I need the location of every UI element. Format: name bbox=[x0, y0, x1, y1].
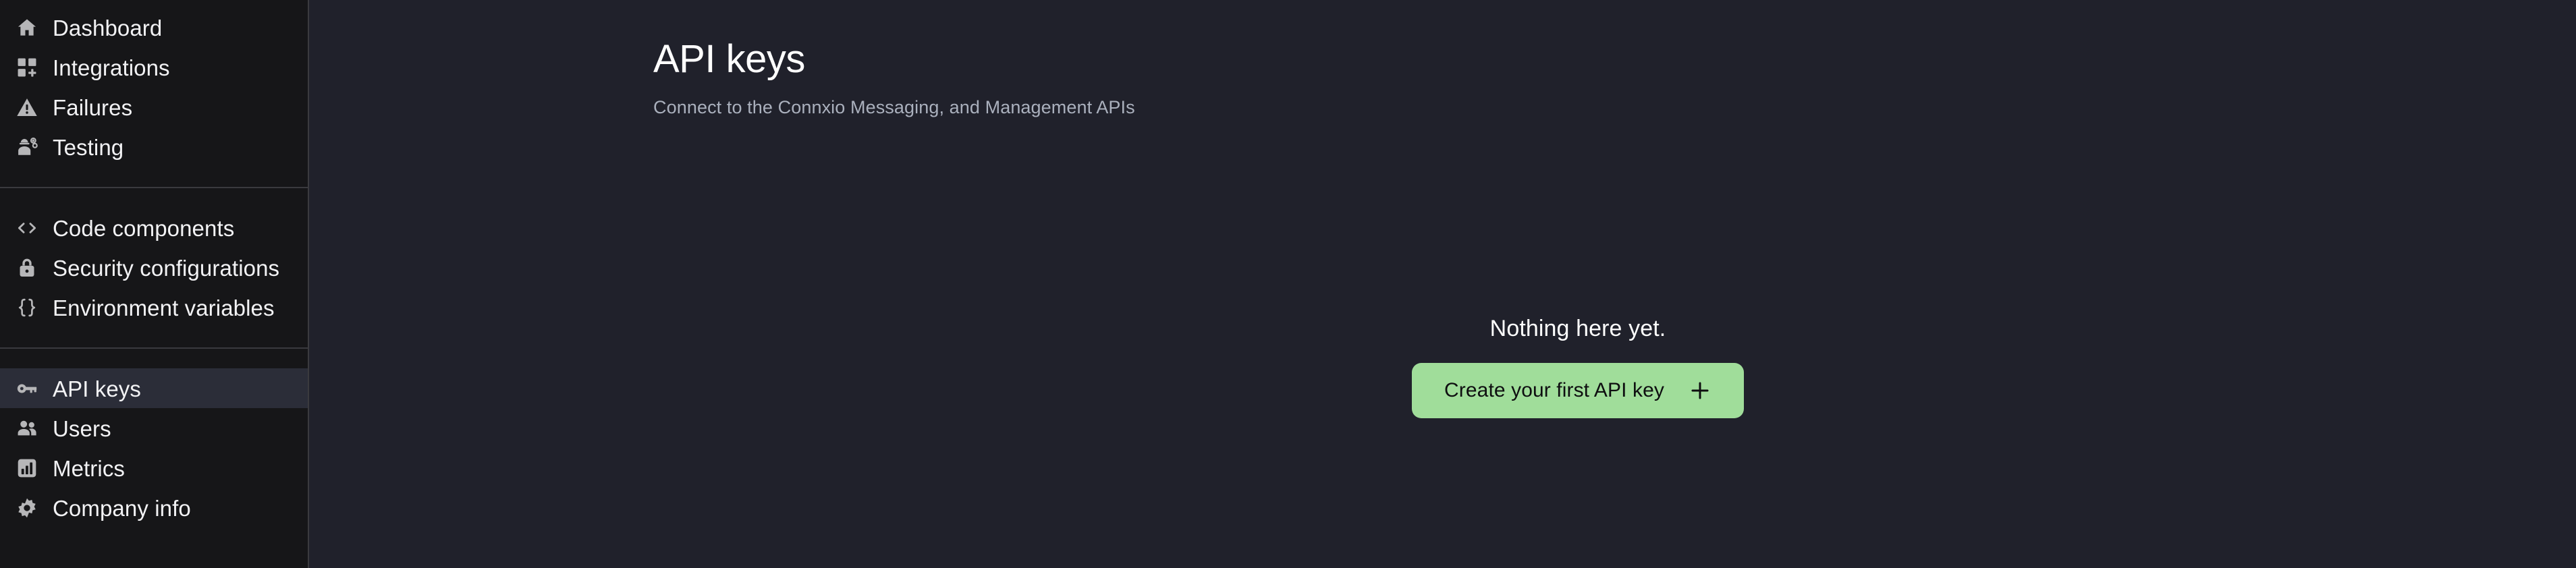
sidebar-item-label: Testing bbox=[53, 135, 124, 160]
sidebar-item-label: Integrations bbox=[53, 55, 170, 80]
main-content: API keys Connect to the Connxio Messagin… bbox=[309, 0, 2576, 568]
sidebar-item-label: API keys bbox=[53, 376, 142, 401]
grid-plus-icon bbox=[13, 54, 40, 81]
page-header: API keys Connect to the Connxio Messagin… bbox=[309, 0, 2576, 118]
warning-triangle-icon bbox=[13, 94, 40, 121]
sidebar-item-company-info[interactable]: Company info bbox=[0, 488, 308, 528]
app-root: Dashboard Integrations Failures Testing … bbox=[0, 0, 2576, 568]
empty-state-message: Nothing here yet. bbox=[1489, 316, 1666, 341]
sidebar-group-developer: Code components Security configurations bbox=[0, 208, 308, 327]
curly-braces-icon bbox=[13, 294, 40, 321]
sidebar-item-label: Dashboard bbox=[53, 16, 163, 40]
sidebar: Dashboard Integrations Failures Testing … bbox=[0, 0, 309, 568]
sidebar-item-failures[interactable]: Failures bbox=[0, 87, 308, 127]
sidebar-item-code-components[interactable]: Code components bbox=[0, 208, 308, 248]
bar-chart-icon bbox=[13, 455, 40, 482]
users-icon bbox=[13, 415, 40, 442]
sidebar-item-label: Users bbox=[53, 416, 111, 441]
sidebar-item-api-keys[interactable]: API keys bbox=[0, 368, 308, 408]
engineer-gear-icon bbox=[13, 134, 40, 161]
sidebar-top-spacer bbox=[0, 0, 308, 7]
sidebar-item-environment-variables[interactable]: Environment variables bbox=[0, 287, 308, 327]
sidebar-item-label: Code components bbox=[53, 216, 235, 241]
sidebar-item-integrations[interactable]: Integrations bbox=[0, 47, 308, 87]
page-subtitle: Connect to the Connxio Messaging, and Ma… bbox=[653, 96, 1135, 117]
create-button-label: Create your first API key bbox=[1444, 379, 1664, 401]
sidebar-item-metrics[interactable]: Metrics bbox=[0, 448, 308, 488]
gear-icon bbox=[13, 494, 40, 521]
lock-icon bbox=[13, 254, 40, 281]
sidebar-item-label: Security configurations bbox=[53, 256, 280, 281]
empty-state: Nothing here yet. Create your first API … bbox=[1316, 317, 1840, 418]
plus-icon bbox=[1689, 379, 1711, 402]
sidebar-item-label: Company info bbox=[53, 496, 191, 521]
create-first-api-key-button[interactable]: Create your first API key bbox=[1412, 363, 1744, 418]
sidebar-group-account: API keys Users Metrics Company info bbox=[0, 368, 308, 528]
sidebar-item-testing[interactable]: Testing bbox=[0, 127, 308, 167]
code-brackets-icon bbox=[13, 215, 40, 242]
page-title: API keys bbox=[653, 37, 805, 81]
sidebar-item-label: Failures bbox=[53, 95, 133, 120]
sidebar-group-primary: Dashboard Integrations Failures Testing bbox=[0, 7, 308, 167]
sidebar-item-security-configurations[interactable]: Security configurations bbox=[0, 248, 308, 287]
sidebar-item-dashboard[interactable]: Dashboard bbox=[0, 7, 308, 47]
sidebar-item-users[interactable]: Users bbox=[0, 408, 308, 448]
sidebar-item-label: Metrics bbox=[53, 456, 126, 481]
sidebar-item-label: Environment variables bbox=[53, 295, 275, 320]
key-icon bbox=[13, 375, 40, 402]
home-icon bbox=[13, 14, 40, 41]
